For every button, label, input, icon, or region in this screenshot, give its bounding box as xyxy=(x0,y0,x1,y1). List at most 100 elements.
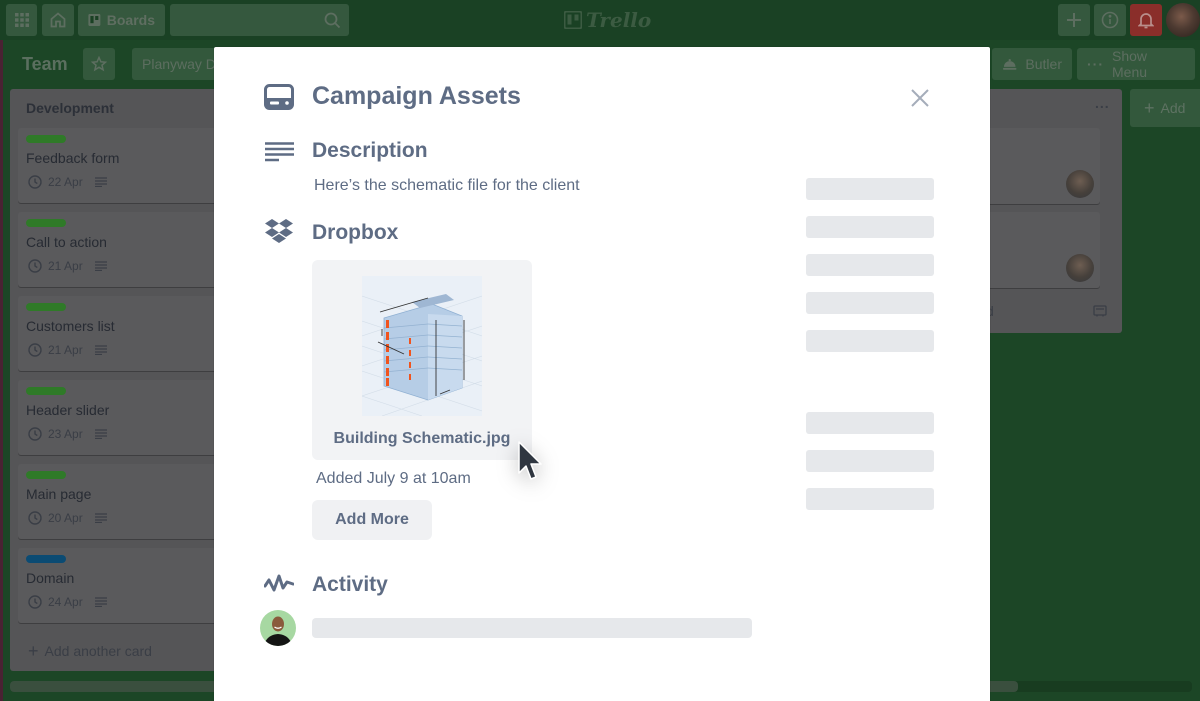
card-template-icon[interactable] xyxy=(1093,305,1107,317)
card[interactable]: Domain 24 Apr xyxy=(18,548,238,623)
butler-bell-icon xyxy=(1002,58,1017,70)
card[interactable]: Main page 20 Apr xyxy=(18,464,238,539)
close-icon[interactable] xyxy=(910,88,930,108)
card-icon xyxy=(264,84,294,110)
description-heading: Description xyxy=(312,139,428,162)
card-badges: 20 Apr xyxy=(28,511,107,525)
create-button[interactable] xyxy=(1058,4,1090,36)
show-menu-label: Show Menu xyxy=(1112,48,1148,80)
info-button[interactable] xyxy=(1094,4,1126,36)
star-board-button[interactable] xyxy=(83,48,115,80)
activity-placeholder-bar xyxy=(312,618,752,638)
dropbox-heading: Dropbox xyxy=(312,221,399,244)
plus-icon: + xyxy=(1144,98,1155,118)
sidebar-placeholder-button[interactable] xyxy=(806,178,934,200)
clock-icon xyxy=(28,175,42,189)
card-badges: 21 Apr xyxy=(28,343,107,357)
dropbox-file-tile[interactable]: Building Schematic.jpg xyxy=(312,260,532,460)
schematic-image xyxy=(362,294,482,416)
description-icon xyxy=(94,597,107,607)
description-icon xyxy=(94,429,107,439)
card[interactable]: Call to action 21 Apr xyxy=(18,212,238,287)
card-label-green xyxy=(26,219,66,227)
sidebar-placeholder-button[interactable] xyxy=(806,254,934,276)
clock-icon xyxy=(28,511,42,525)
home-button[interactable] xyxy=(42,4,74,36)
card-title: Call to action xyxy=(26,234,107,250)
list-menu-button[interactable]: ... xyxy=(1095,95,1110,111)
card-due-date: 21 Apr xyxy=(48,259,83,273)
activity-user-avatar[interactable] xyxy=(260,610,296,646)
trello-logo-icon xyxy=(564,11,582,29)
dropbox-icon xyxy=(265,219,293,243)
modal-title[interactable]: Campaign Assets xyxy=(312,82,521,111)
card[interactable]: Customers list 21 Apr xyxy=(18,296,238,371)
description-icon xyxy=(94,261,107,271)
description-text[interactable]: Here’s the schematic file for the client xyxy=(314,177,580,195)
card[interactable]: Header slider 23 Apr xyxy=(18,380,238,455)
card-due-date: 21 Apr xyxy=(48,343,83,357)
card-label-green xyxy=(26,471,66,479)
notifications-button[interactable] xyxy=(1130,4,1162,36)
file-added-timestamp: Added July 9 at 10am xyxy=(316,470,471,487)
card-label-blue xyxy=(26,555,66,563)
apps-button[interactable] xyxy=(6,4,37,36)
card-title: Feedback form xyxy=(26,150,120,166)
card-badges: 24 Apr xyxy=(28,595,107,609)
sidebar-placeholder-button[interactable] xyxy=(806,412,934,434)
sidebar-placeholder-button[interactable] xyxy=(806,450,934,472)
card[interactable]: Feedback form 22 Apr xyxy=(18,128,238,203)
card-due-date: 23 Apr xyxy=(48,427,83,441)
search-icon xyxy=(324,12,341,28)
logo-text: Trello xyxy=(586,8,652,32)
boards-label: Boards xyxy=(106,12,155,28)
description-icon xyxy=(94,345,107,355)
card-title: Main page xyxy=(26,486,92,502)
file-name[interactable]: Building Schematic.jpg xyxy=(312,430,532,448)
mouse-cursor-icon xyxy=(518,441,542,480)
card-due-date: 24 Apr xyxy=(48,595,83,609)
sidebar-placeholder-button[interactable] xyxy=(806,330,934,352)
info-icon xyxy=(1101,11,1119,29)
add-card-label: Add another card xyxy=(44,643,152,659)
card-badges: 23 Apr xyxy=(28,427,107,441)
butler-button[interactable]: Butler xyxy=(992,48,1072,80)
card-badges: 21 Apr xyxy=(28,259,107,273)
show-menu-button[interactable]: ··· Show Menu xyxy=(1077,48,1195,80)
home-icon xyxy=(50,12,66,28)
activity-icon xyxy=(264,574,294,592)
building-schematic-thumbnail[interactable] xyxy=(362,276,482,416)
description-icon xyxy=(94,513,107,523)
user-avatar[interactable] xyxy=(1166,3,1200,37)
card-label-green xyxy=(26,135,66,143)
board-tab-label: Planyway D xyxy=(142,56,216,72)
board-name[interactable]: Team xyxy=(22,54,68,75)
butler-label: Butler xyxy=(1025,56,1062,72)
card-due-date: 22 Apr xyxy=(48,175,83,189)
plus-icon xyxy=(1067,13,1081,27)
top-navigation-bar: Boards Trello xyxy=(0,0,1200,40)
clock-icon xyxy=(28,595,42,609)
more-dots-icon: ··· xyxy=(1087,56,1104,72)
list-title: Development xyxy=(26,100,114,116)
add-list-label: Add xyxy=(1160,100,1186,116)
add-list-button[interactable]: + Add xyxy=(1130,89,1200,127)
member-avatar xyxy=(1066,254,1094,282)
plus-icon: + xyxy=(28,641,39,661)
avatar-image xyxy=(264,616,292,646)
card-title: Customers list xyxy=(26,318,115,334)
window-edge xyxy=(0,0,3,701)
card-title: Header slider xyxy=(26,402,110,418)
member-avatar xyxy=(1066,170,1094,198)
star-icon xyxy=(91,56,107,72)
trello-logo[interactable]: Trello xyxy=(564,8,651,32)
sidebar-placeholder-button[interactable] xyxy=(806,488,934,510)
sidebar-placeholder-button[interactable] xyxy=(806,292,934,314)
search-input[interactable] xyxy=(170,4,349,36)
card-detail-modal: Campaign Assets Description Here’s the s… xyxy=(214,47,990,701)
add-card-button[interactable]: + Add another card xyxy=(28,642,152,660)
sidebar-placeholder-button[interactable] xyxy=(806,216,934,238)
boards-button[interactable]: Boards xyxy=(78,4,165,36)
add-more-button[interactable]: Add More xyxy=(312,500,432,540)
description-icon xyxy=(265,142,294,162)
